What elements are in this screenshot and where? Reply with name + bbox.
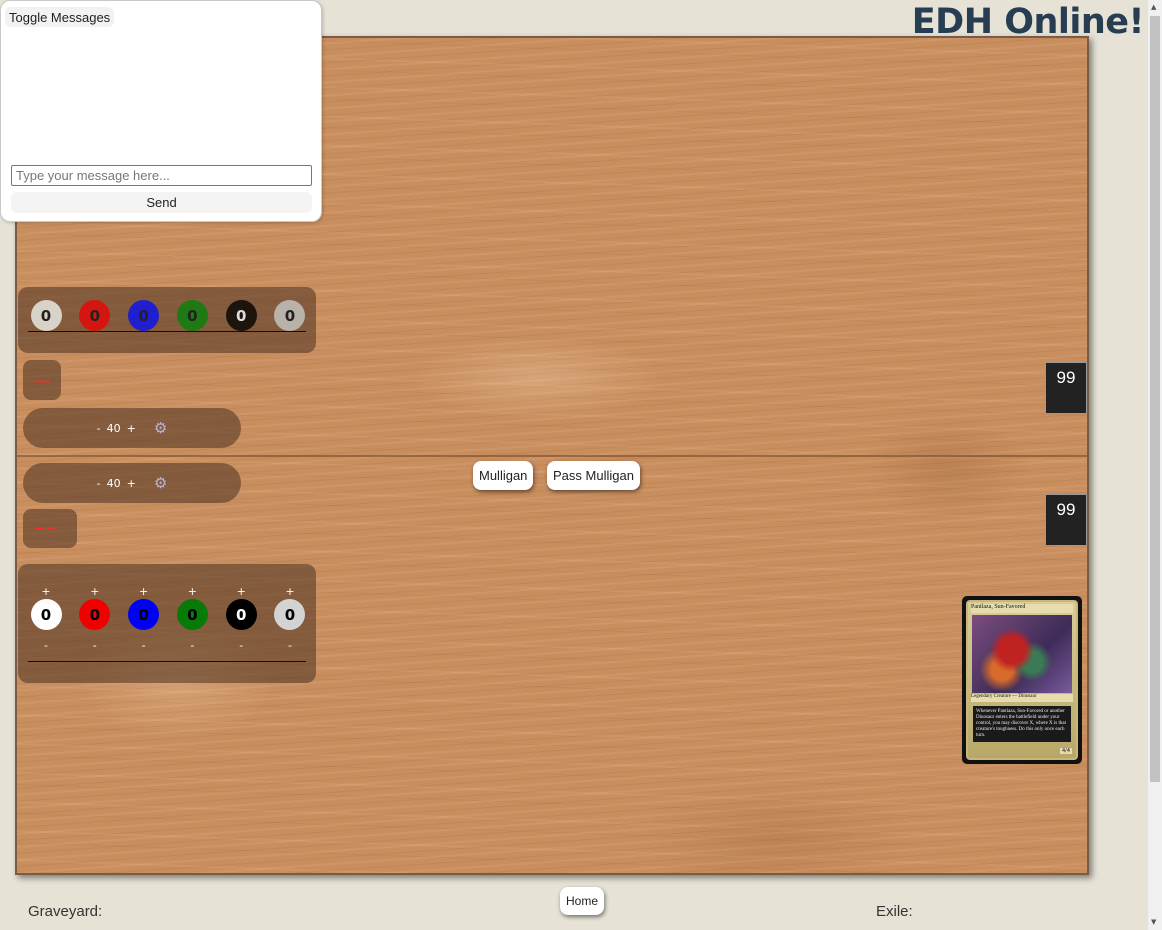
card-type-line: Legendary Creature — Dinosaur [971,694,1073,702]
player-counter-marks: -- -- [35,521,55,535]
player-life-minus[interactable]: - [97,477,101,490]
player-mana-green: 0 [176,599,208,630]
player-mana-white: 0 [30,599,62,630]
player-life-total: 40 [106,476,121,490]
opponent-life-minus[interactable]: - [97,422,101,435]
mana-minus-green[interactable]: - [190,639,194,653]
chat-panel: Toggle Messages Send [0,0,322,222]
chat-message-input[interactable] [11,165,312,186]
player-mana-colorless: 0 [274,599,306,630]
player-life-bar: - 40 + ⚙ [23,463,241,503]
opponent-life-total: 40 [106,421,121,435]
board-divider [17,455,1087,457]
opponent-counter-marks: ---- [34,374,51,388]
mana-minus-black[interactable]: - [239,639,243,653]
mana-underline [28,331,306,332]
mana-minus-white[interactable]: - [44,639,48,653]
opponent-mana-black: 0 [225,300,257,331]
opponent-mana-red: 0 [79,300,111,331]
mana-plus-black[interactable]: + [237,585,246,599]
player-mana-panel: + 0 - + 0 - + 0 - + 0 - + 0 - + 0 - [18,564,316,683]
scrollbar-thumb[interactable] [1150,16,1160,782]
mana-minus-blue[interactable]: - [142,639,146,653]
scroll-up-icon[interactable]: ▲ [1151,3,1156,11]
mana-plus-white[interactable]: + [41,585,50,599]
mana-minus-red[interactable]: - [93,639,97,653]
opponent-mana-colorless: 0 [274,300,306,331]
opponent-mana-panel: 0 0 0 0 0 0 [18,287,316,353]
mana-plus-green[interactable]: + [188,585,197,599]
card-frame: Pantlaza, Sun-Favored Legendary Creature… [966,600,1078,760]
pass-mulligan-button[interactable]: Pass Mulligan [547,461,640,490]
toggle-messages-button[interactable]: Toggle Messages [5,7,115,27]
player-mana-red: 0 [79,599,111,630]
player-counters[interactable]: -- -- [23,509,77,548]
card-rules-text: Whenever Pantlaza, Sun-Favored or anothe… [973,706,1071,742]
mulligan-button[interactable]: Mulligan [473,461,534,490]
player-life-plus[interactable]: + [127,477,136,490]
card-name: Pantlaza, Sun-Favored [971,604,1073,613]
opponent-life-plus[interactable]: + [127,422,136,435]
opponent-mana-white: 0 [30,300,62,331]
commander-card[interactable]: Pantlaza, Sun-Favored Legendary Creature… [962,596,1082,764]
page-scrollbar[interactable]: ▲ ▼ [1148,0,1162,930]
player-library[interactable]: 99 [1045,494,1087,546]
opponent-mana-green: 0 [176,300,208,331]
mana-plus-blue[interactable]: + [139,585,148,599]
mana-plus-red[interactable]: + [90,585,99,599]
graveyard-label: Graveyard: [28,903,103,920]
opponent-counters[interactable]: ---- [23,360,61,400]
home-button[interactable]: Home [560,887,605,915]
exile-label: Exile: [876,903,913,920]
gear-icon[interactable]: ⚙ [154,474,167,492]
send-button[interactable]: Send [11,192,312,213]
opponent-life-bar: - 40 + ⚙ [23,408,241,448]
opponent-mana-blue: 0 [128,300,160,331]
mana-plus-colorless[interactable]: + [285,585,294,599]
gear-icon[interactable]: ⚙ [154,419,167,437]
player-mana-blue: 0 [128,599,160,630]
scroll-down-icon[interactable]: ▼ [1151,918,1156,926]
opponent-library[interactable]: 99 [1045,362,1087,414]
card-art [972,615,1072,693]
card-power-toughness: 4/4 [1059,748,1072,754]
player-mana-black: 0 [225,599,257,630]
mana-minus-colorless[interactable]: - [288,639,292,653]
mana-underline [28,661,306,662]
